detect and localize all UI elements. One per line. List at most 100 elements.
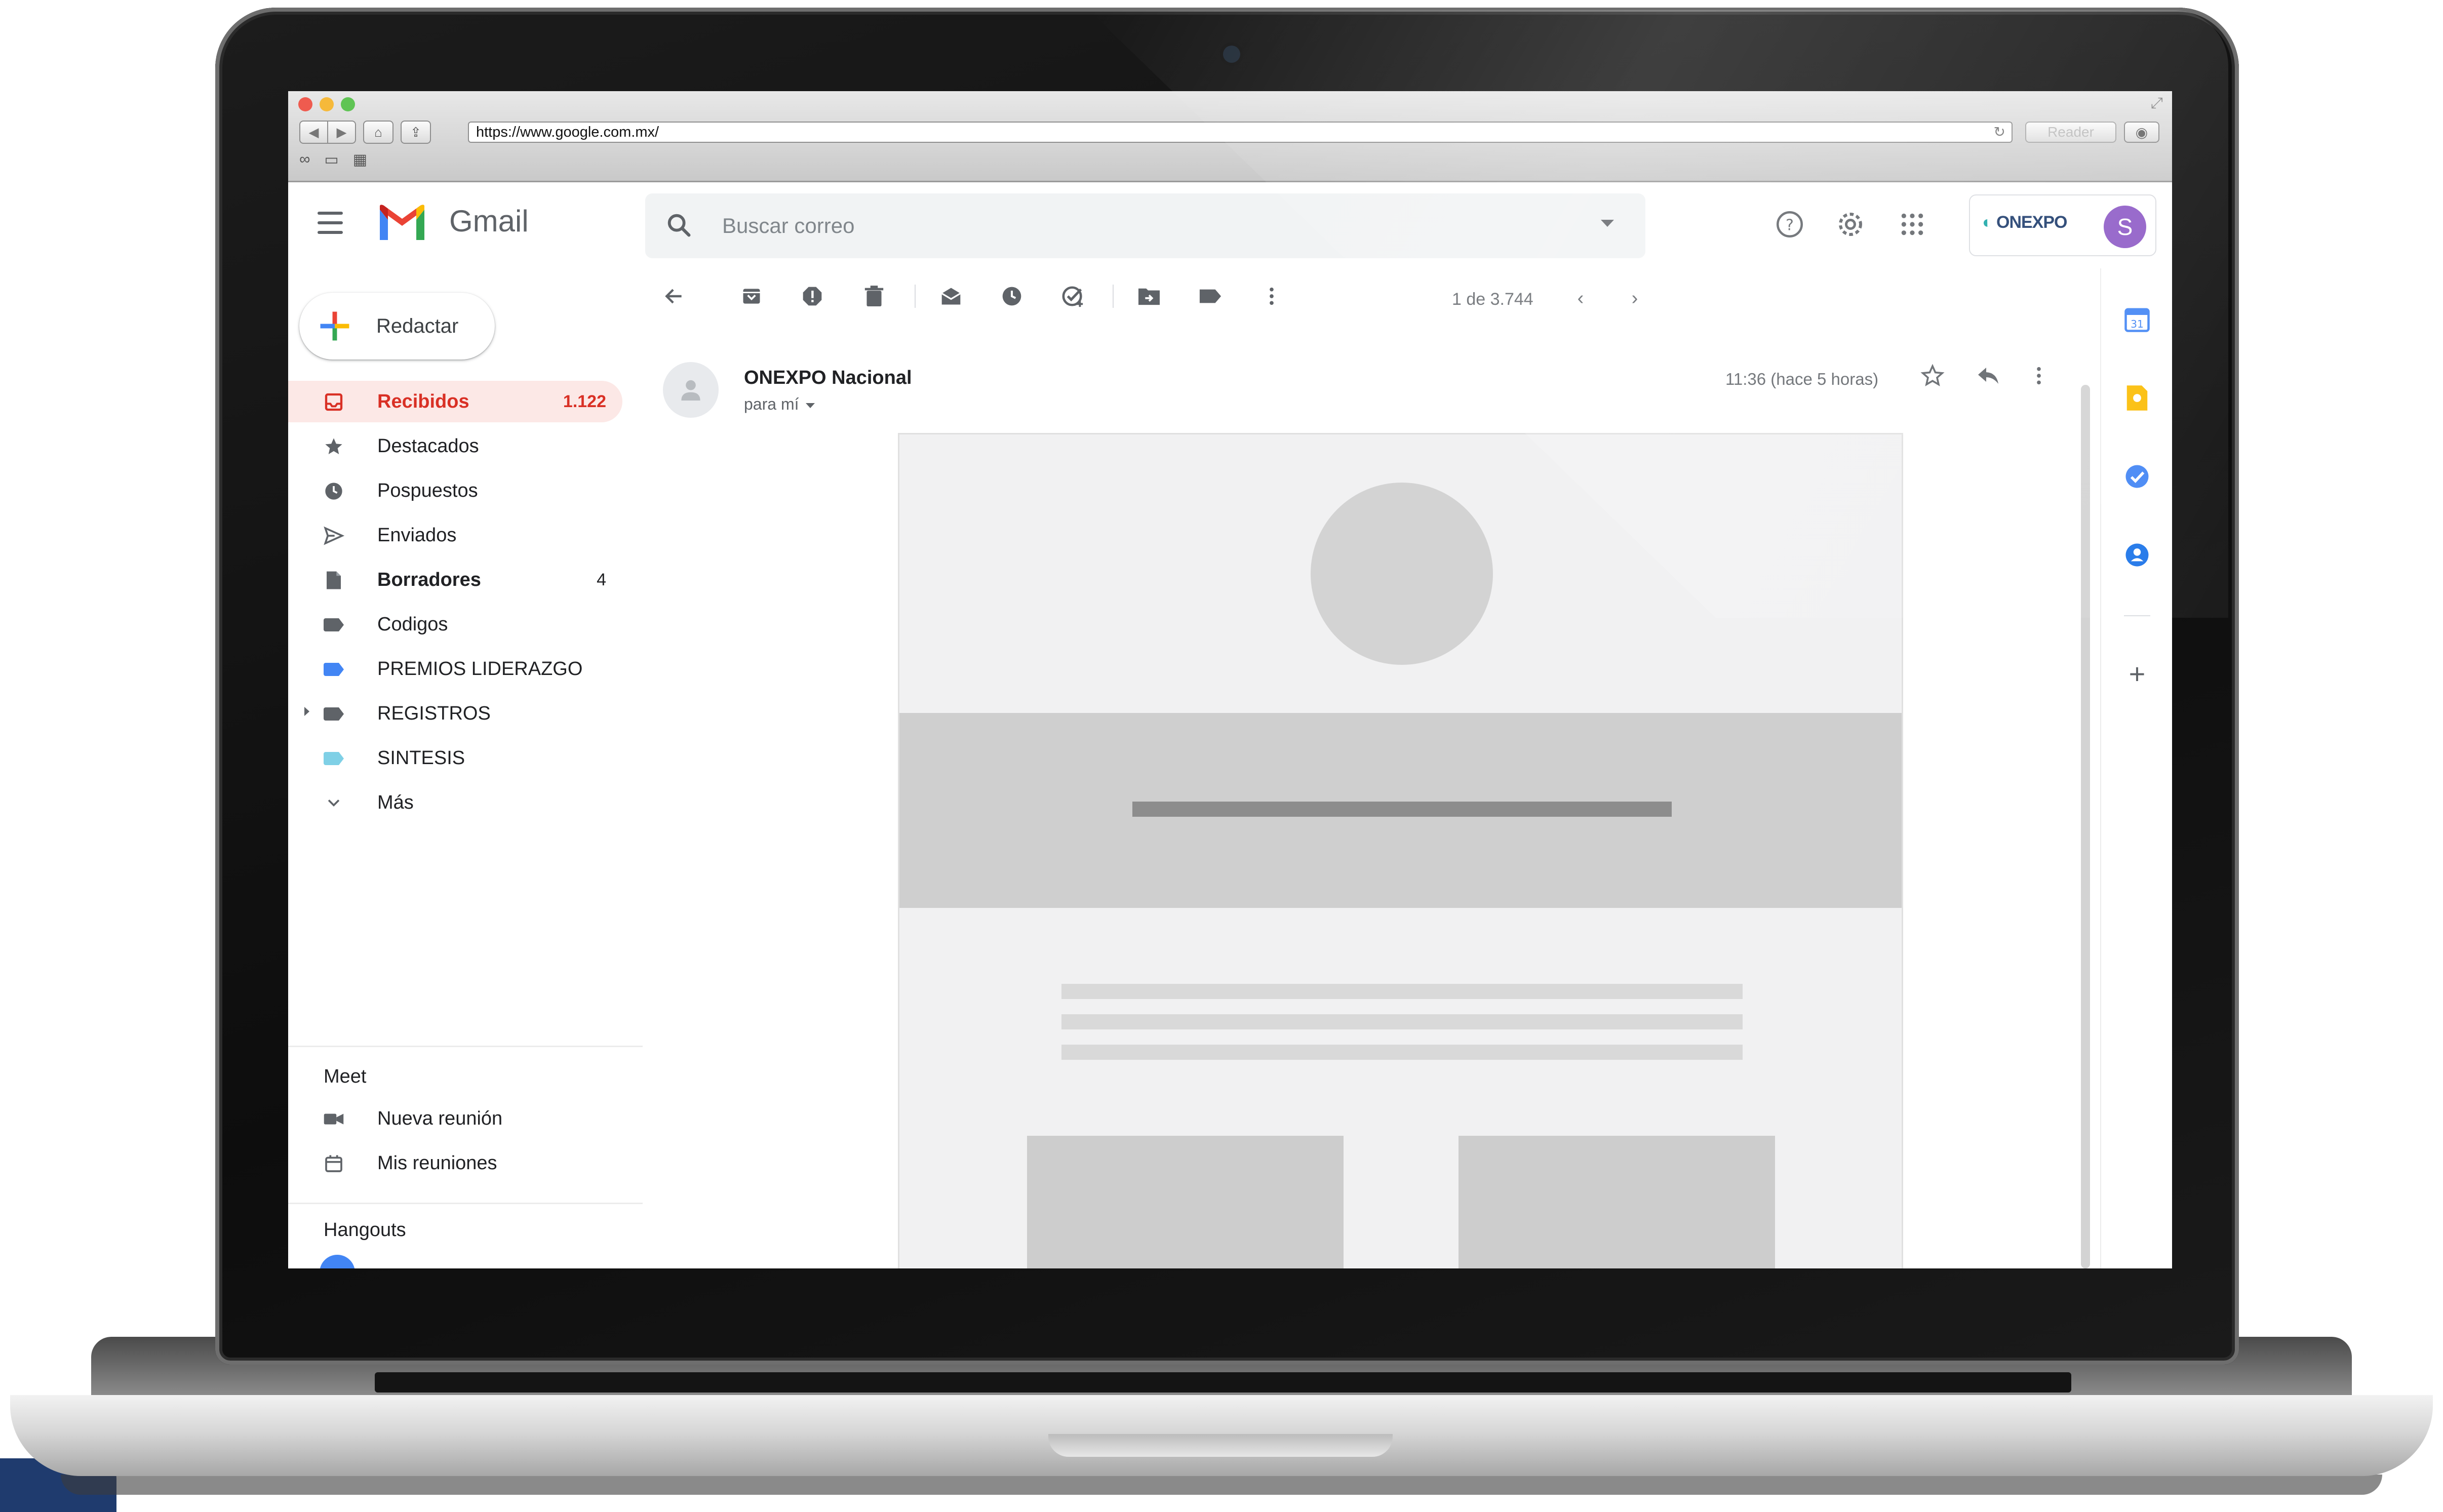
sidebar-item-drafts[interactable]: Borradores 4 bbox=[288, 559, 622, 601]
avatar[interactable]: S bbox=[2104, 206, 2146, 248]
meet-item-label: Mis reuniones bbox=[377, 1152, 497, 1174]
top-sites-icon[interactable]: ▦ bbox=[353, 151, 367, 169]
sender-name[interactable]: ONEXPO Nacional bbox=[744, 367, 912, 389]
divider bbox=[288, 1203, 643, 1204]
minimize-window-button[interactable] bbox=[320, 97, 334, 111]
fullscreen-icon[interactable]: ⤢ bbox=[2149, 95, 2165, 111]
apps-grid-icon[interactable] bbox=[1895, 207, 1930, 242]
webcam bbox=[1223, 46, 1240, 63]
home-icon: ⌂ bbox=[374, 124, 382, 140]
toolbar-divider bbox=[915, 285, 916, 308]
placeholder-text-line bbox=[1061, 1045, 1743, 1060]
sidebar-item-sintesis[interactable]: SINTESIS bbox=[288, 737, 622, 779]
bookmarks-icon[interactable]: ▭ bbox=[324, 151, 338, 169]
unread-count: 1.122 bbox=[563, 392, 606, 411]
account-switcher[interactable]: ◐ ONEXPO S bbox=[1969, 194, 2156, 256]
snooze-icon[interactable] bbox=[998, 283, 1026, 310]
calendar-icon[interactable]: 31 bbox=[2121, 304, 2153, 335]
reply-icon[interactable] bbox=[1972, 360, 2004, 392]
maximize-window-button[interactable] bbox=[341, 97, 355, 111]
message-time: 11:36 (hace 5 horas) bbox=[1725, 370, 1879, 388]
downloads-icon: ◉ bbox=[2135, 124, 2148, 140]
forward-arrow-icon[interactable]: ▶ bbox=[327, 122, 355, 143]
sidebar-item-label: Enviados bbox=[377, 525, 457, 546]
keep-icon[interactable] bbox=[2121, 382, 2153, 414]
divider bbox=[2124, 615, 2150, 616]
recipient-details[interactable]: para mí bbox=[744, 395, 815, 414]
home-button[interactable]: ⌂ bbox=[363, 121, 393, 144]
placeholder-logo bbox=[1311, 483, 1493, 665]
help-icon[interactable]: ? bbox=[1772, 207, 1807, 242]
sidebar-item-label: Pospuestos bbox=[377, 480, 478, 501]
search-options-icon[interactable] bbox=[1601, 220, 1614, 227]
contacts-icon[interactable] bbox=[2121, 539, 2153, 571]
settings-icon[interactable] bbox=[1833, 207, 1868, 242]
drafts-count: 4 bbox=[597, 570, 606, 589]
email-body bbox=[898, 433, 1903, 1268]
search-input[interactable] bbox=[722, 213, 1532, 239]
archive-icon[interactable] bbox=[738, 283, 765, 310]
more-vertical-icon[interactable] bbox=[2023, 360, 2055, 392]
svg-text:31: 31 bbox=[2131, 318, 2144, 330]
address-bar[interactable]: https://www.google.com.mx/ ↻ bbox=[468, 122, 2013, 143]
tasks-icon[interactable] bbox=[2121, 461, 2153, 492]
mark-unread-icon[interactable] bbox=[937, 283, 965, 310]
sidebar-item-premios-liderazgo[interactable]: PREMIOS LIDERAZGO bbox=[288, 648, 622, 690]
search-icon[interactable] bbox=[664, 211, 694, 240]
reader-button[interactable]: Reader bbox=[2025, 122, 2116, 143]
reload-icon[interactable]: ↻ bbox=[1994, 123, 2005, 142]
spam-icon[interactable] bbox=[799, 283, 826, 310]
send-icon bbox=[323, 525, 345, 547]
app-name: Gmail bbox=[449, 204, 529, 238]
meet-new-meeting[interactable]: Nueva reunión bbox=[288, 1098, 622, 1139]
video-camera-icon bbox=[323, 1108, 345, 1130]
org-logo: ◐ ONEXPO bbox=[1982, 213, 2067, 232]
sidebar-item-registros[interactable]: REGISTROS bbox=[288, 693, 622, 734]
divider bbox=[288, 1046, 643, 1047]
draft-icon bbox=[323, 569, 345, 591]
chevron-left-icon[interactable]: ‹ bbox=[1567, 285, 1594, 312]
recipient-label: para mí bbox=[744, 395, 799, 413]
sidebar-item-snoozed[interactable]: Pospuestos bbox=[288, 470, 622, 511]
toolbar-divider bbox=[1113, 285, 1114, 308]
back-arrow-icon[interactable] bbox=[660, 283, 688, 310]
share-button[interactable]: ⇪ bbox=[401, 121, 431, 144]
laptop-notch bbox=[1048, 1434, 1393, 1457]
star-icon[interactable] bbox=[1916, 360, 1949, 392]
add-addon-icon[interactable]: + bbox=[2121, 658, 2153, 690]
laptop-base-shadow bbox=[61, 1475, 2382, 1495]
chevron-down-icon[interactable] bbox=[806, 403, 815, 408]
scrollbar[interactable] bbox=[2081, 385, 2090, 1268]
sidebar-item-sent[interactable]: Enviados bbox=[288, 514, 622, 556]
sidebar-item-inbox[interactable]: Recibidos 1.122 bbox=[288, 381, 622, 422]
compose-plus-icon bbox=[320, 311, 349, 341]
sidebar-item-more[interactable]: Más bbox=[288, 782, 622, 823]
sidebar-item-codigos[interactable]: Codigos bbox=[288, 604, 622, 645]
close-window-button[interactable] bbox=[298, 97, 312, 111]
meet-item-label: Nueva reunión bbox=[377, 1108, 503, 1129]
sidebar-item-starred[interactable]: Destacados bbox=[288, 425, 622, 467]
chevron-right-icon[interactable]: › bbox=[1621, 285, 1648, 312]
sidebar-item-label: REGISTROS bbox=[377, 703, 491, 724]
reading-list-icon[interactable]: ∞ bbox=[299, 151, 310, 169]
placeholder-image bbox=[1459, 1136, 1775, 1268]
expand-arrow-icon[interactable] bbox=[304, 707, 309, 716]
share-icon: ⇪ bbox=[410, 124, 421, 140]
downloads-button[interactable]: ◉ bbox=[2124, 122, 2159, 143]
delete-icon[interactable] bbox=[860, 283, 888, 310]
label-icon bbox=[323, 658, 345, 681]
meet-my-meetings[interactable]: Mis reuniones bbox=[288, 1142, 622, 1184]
move-to-icon[interactable] bbox=[1135, 283, 1163, 310]
add-task-icon[interactable] bbox=[1059, 283, 1087, 310]
compose-button[interactable]: Redactar bbox=[299, 293, 495, 360]
more-vertical-icon[interactable] bbox=[1258, 283, 1285, 310]
label-icon[interactable] bbox=[1197, 283, 1224, 310]
hangouts-section-title: Hangouts bbox=[324, 1219, 406, 1241]
hangouts-avatar[interactable] bbox=[320, 1255, 355, 1268]
back-arrow-icon[interactable]: ◀ bbox=[300, 122, 327, 143]
placeholder-text-line bbox=[1061, 1014, 1743, 1029]
gmail-header: Gmail ? bbox=[288, 182, 2172, 268]
gmail-logo-icon[interactable] bbox=[377, 203, 427, 243]
side-panel: 31 + bbox=[2100, 268, 2172, 1268]
main-menu-icon[interactable] bbox=[318, 212, 343, 234]
